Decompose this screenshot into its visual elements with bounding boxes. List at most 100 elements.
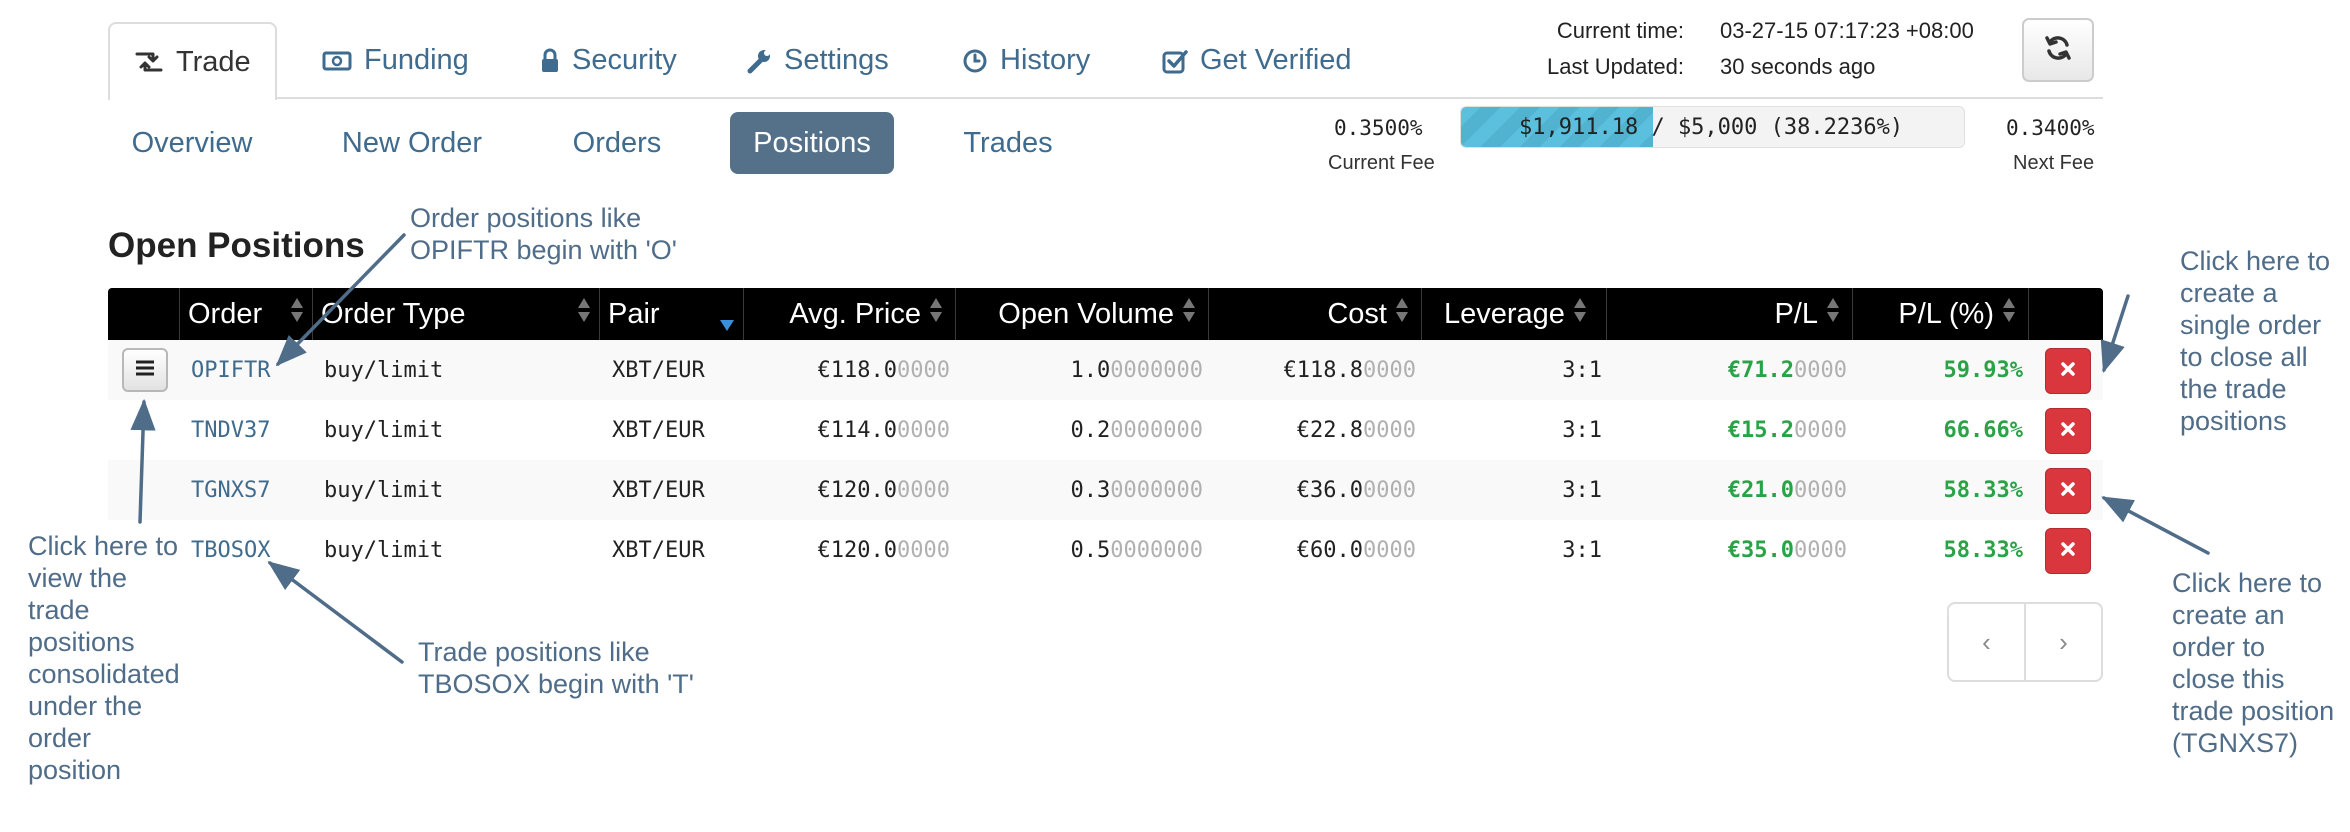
close-icon bbox=[2061, 541, 2075, 561]
pl-cell: €35.0 0000 bbox=[1607, 520, 1847, 580]
wrench-icon bbox=[746, 48, 772, 74]
subnav-orders[interactable]: Orders bbox=[552, 112, 682, 174]
open-volume-cell: 0.2 0000000 bbox=[956, 400, 1203, 460]
order-id-link[interactable]: TNDV37 bbox=[191, 400, 270, 460]
positions-table-header: Order Order Type Pair Avg. Price Open Vo… bbox=[108, 288, 2103, 340]
annotation-line: single order bbox=[2180, 310, 2322, 340]
tab-security[interactable]: Security bbox=[540, 22, 677, 99]
pl-value: €71.2 bbox=[1727, 357, 1795, 383]
annotation-line: trade position bbox=[2172, 696, 2335, 726]
open-volume-padding: 0000000 bbox=[1110, 537, 1203, 563]
annotation-line: OPIFTR begin with 'O' bbox=[410, 235, 677, 265]
header-order-type[interactable]: Order Type bbox=[313, 288, 600, 340]
avg-price-padding: 0000 bbox=[897, 417, 950, 443]
header-cost-label: Cost bbox=[1327, 297, 1387, 330]
header-order-label: Order bbox=[188, 297, 263, 330]
order-id-link[interactable]: TBOSOX bbox=[191, 520, 270, 580]
leverage-cell: 3:1 bbox=[1562, 417, 1602, 443]
subnav-trades[interactable]: Trades bbox=[940, 112, 1076, 174]
current-time-label: Current time: bbox=[1556, 18, 1684, 43]
close-position-button[interactable] bbox=[2045, 348, 2091, 394]
open-volume-cell: 1.0 0000000 bbox=[956, 340, 1203, 400]
tab-trade[interactable]: Trade bbox=[108, 22, 277, 100]
header-pl[interactable]: P/L bbox=[1607, 288, 1853, 340]
sort-icon bbox=[929, 296, 943, 332]
tab-history[interactable]: History bbox=[962, 22, 1090, 99]
retweet-icon bbox=[134, 50, 164, 74]
sort-icon bbox=[2002, 296, 2016, 332]
next-fee-label: Next Fee bbox=[2013, 152, 2095, 174]
refresh-button[interactable] bbox=[2022, 18, 2094, 82]
prev-page-button[interactable]: ‹ bbox=[1949, 604, 2026, 680]
pl-cell: €21.0 0000 bbox=[1607, 460, 1847, 520]
next-page-button[interactable]: › bbox=[2026, 604, 2101, 680]
subnav-positions[interactable]: Positions bbox=[730, 112, 894, 174]
order-id-link[interactable]: TGNXS7 bbox=[191, 460, 270, 520]
pl-padding: 0000 bbox=[1794, 417, 1847, 443]
pl-percent-cell: 58.33% bbox=[1943, 537, 2023, 563]
cost-cell: €36.0 0000 bbox=[1209, 460, 1416, 520]
header-order[interactable]: Order bbox=[180, 288, 313, 340]
sort-desc-icon bbox=[719, 307, 735, 340]
header-order-type-label: Order Type bbox=[321, 297, 466, 330]
close-position-button[interactable] bbox=[2045, 408, 2091, 454]
section-title: Open Positions bbox=[108, 226, 365, 265]
tab-funding-label: Funding bbox=[364, 44, 469, 76]
header-pl-label: P/L bbox=[1774, 297, 1818, 330]
expand-order-button[interactable] bbox=[122, 348, 168, 392]
table-row: TGNXS7 buy/limit XBT/EUR €120.0 0000 0.3 0… bbox=[108, 460, 2103, 520]
annotation-line: TBOSOX begin with 'T' bbox=[418, 669, 694, 699]
header-pair-label: Pair bbox=[608, 297, 660, 330]
header-pair[interactable]: Pair bbox=[600, 288, 744, 340]
cost-value: €118.8 bbox=[1283, 357, 1364, 383]
annotation-line: Order positions like bbox=[410, 203, 642, 233]
clock-icon bbox=[962, 48, 988, 74]
subnav-overview[interactable]: Overview bbox=[112, 112, 272, 174]
annotation-order-positions: Order positions like OPIFTR begin with '… bbox=[410, 202, 677, 266]
sort-icon bbox=[577, 296, 591, 332]
annotation-line: the trade bbox=[2180, 374, 2287, 404]
pl-padding: 0000 bbox=[1794, 357, 1847, 383]
avg-price-padding: 0000 bbox=[897, 357, 950, 383]
open-volume-value: 0.2 bbox=[1070, 417, 1111, 443]
tab-settings[interactable]: Settings bbox=[746, 22, 889, 99]
order-type-cell: buy/limit bbox=[324, 477, 444, 503]
close-position-button[interactable] bbox=[2045, 528, 2091, 574]
current-time-value: 03-27-15 07:17:23 +08:00 bbox=[1720, 18, 1974, 43]
annotation-trade-positions: Trade positions like TBOSOX begin with '… bbox=[418, 636, 694, 700]
annotation-line: consolidated bbox=[28, 659, 180, 689]
refresh-icon bbox=[2043, 33, 2073, 68]
annotation-line: Click here to bbox=[2172, 568, 2323, 598]
open-volume-padding: 0000000 bbox=[1110, 357, 1203, 383]
last-updated-label: Last Updated: bbox=[1547, 54, 1684, 79]
table-row: OPIFTR buy/limit XBT/EUR €118.0 0000 1.0 0… bbox=[108, 340, 2103, 400]
header-open-volume-label: Open Volume bbox=[998, 297, 1174, 330]
close-position-button[interactable] bbox=[2045, 468, 2091, 514]
cost-padding: 0000 bbox=[1363, 417, 1416, 443]
lock-icon bbox=[540, 48, 560, 74]
annotation-close-all: Click here to create a single order to c… bbox=[2180, 245, 2330, 437]
tab-funding[interactable]: Funding bbox=[322, 22, 469, 99]
pair-cell: XBT/EUR bbox=[612, 537, 705, 563]
header-avg-price-label: Avg. Price bbox=[789, 297, 921, 330]
tab-get-verified[interactable]: Get Verified bbox=[1162, 22, 1352, 99]
header-pl-percent[interactable]: P/L (%) bbox=[1853, 288, 2029, 340]
annotation-line: view the bbox=[28, 563, 128, 593]
pair-cell: XBT/EUR bbox=[612, 357, 705, 383]
hamburger-icon bbox=[135, 360, 155, 381]
pl-percent-cell: 66.66% bbox=[1943, 417, 2023, 443]
annotation-view-consolidated: Click here to view the trade positions c… bbox=[28, 530, 180, 786]
cost-value: €60.0 bbox=[1296, 537, 1364, 563]
arrow-to-close-all-button bbox=[2100, 294, 2130, 373]
header-cost[interactable]: Cost bbox=[1209, 288, 1422, 340]
header-avg-price[interactable]: Avg. Price bbox=[744, 288, 956, 340]
annotation-line: create a bbox=[2180, 278, 2278, 308]
header-open-volume[interactable]: Open Volume bbox=[956, 288, 1209, 340]
tab-get-verified-label: Get Verified bbox=[1200, 44, 1352, 76]
sort-icon bbox=[1182, 296, 1196, 332]
annotation-line: order to bbox=[2172, 632, 2266, 662]
tab-settings-label: Settings bbox=[784, 44, 889, 76]
order-id-link[interactable]: OPIFTR bbox=[191, 340, 270, 400]
subnav-new-order[interactable]: New Order bbox=[324, 112, 500, 174]
header-leverage[interactable]: Leverage bbox=[1422, 288, 1607, 340]
